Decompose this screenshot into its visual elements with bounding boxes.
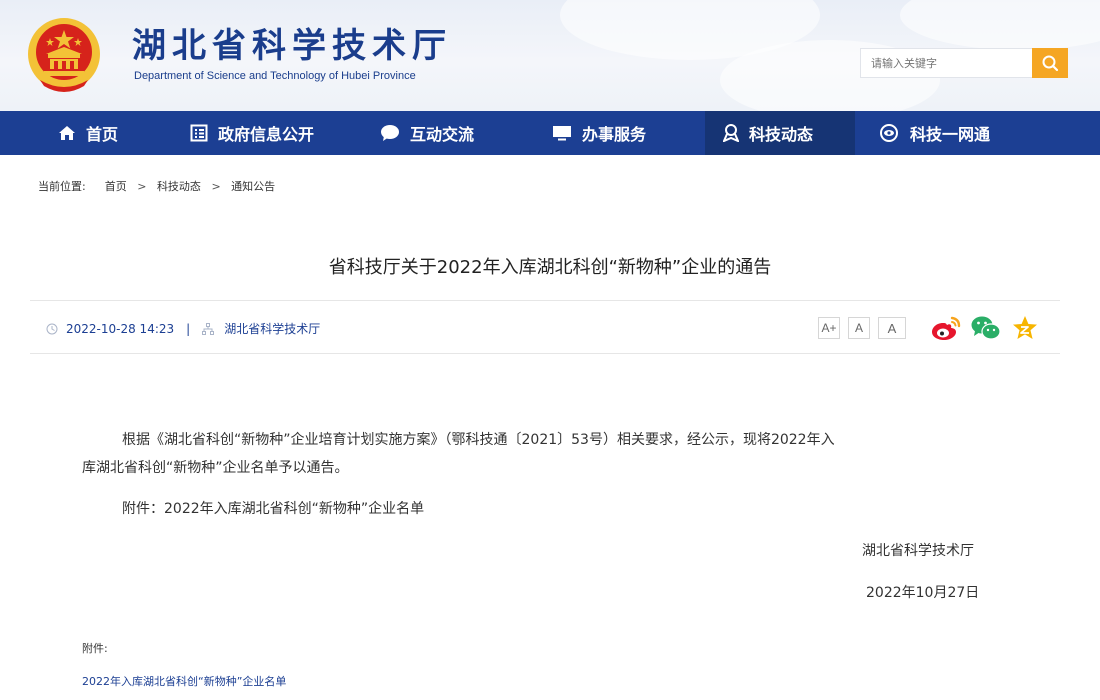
header-cloud-decoration <box>900 0 1100 50</box>
article-body-line-2: 库湖北省科创“新物种”企业名单予以通告。 <box>82 460 349 476</box>
breadcrumb-separator: > <box>137 180 147 193</box>
breadcrumb: 当前位置: 首页 > 科技动态 > 通知公告 <box>38 178 275 194</box>
article-body-line-1: 根据《湖北省科创“新物种”企业培育计划实施方案》（鄂科技通〔2021〕53号）相… <box>122 432 835 448</box>
search-icon <box>1042 55 1059 72</box>
article-source: 湖北省科学技术厅 <box>224 322 321 336</box>
publish-datetime: 2022-10-28 14:23 <box>66 321 175 336</box>
nav-item-label: 互动交流 <box>410 125 475 144</box>
site-subtitle: Department of Science and Technology of … <box>134 70 416 82</box>
nav-item-label: 科技一网通 <box>910 125 991 144</box>
site-header: 湖北省科学技术厅 Department of Science and Techn… <box>0 0 1100 111</box>
nav-item-label: 科技动态 <box>749 125 814 144</box>
font-size-small-button[interactable]: A <box>878 317 906 339</box>
weibo-icon[interactable] <box>930 315 962 341</box>
nav-item-label: 办事服务 <box>582 125 647 144</box>
nav-item-label: 政府信息公开 <box>218 125 315 144</box>
font-size-large-button[interactable]: A+ <box>818 317 840 339</box>
breadcrumb-prefix: 当前位置: <box>38 180 86 193</box>
attachment-link[interactable]: 2022年入库湖北省科创“新物种”企业名单 <box>82 673 286 689</box>
nav-item-tech-news[interactable]: 科技动态 <box>705 111 855 155</box>
nav-item-gov-info[interactable]: 政府信息公开 <box>190 111 314 155</box>
breadcrumb-item-tech-news[interactable]: 科技动态 <box>157 180 201 193</box>
eye-icon <box>880 124 898 142</box>
font-size-medium-label: A <box>854 321 863 335</box>
nav-item-services[interactable]: 办事服务 <box>552 111 646 155</box>
article-title: 省科技厅关于2022年入库湖北科创“新物种”企业的通告 <box>328 257 772 278</box>
nav-item-interaction[interactable]: 互动交流 <box>380 111 474 155</box>
article-meta: 2022-10-28 14:23 | 湖北省科学技术厅 <box>46 320 320 337</box>
breadcrumb-item-home[interactable]: 首页 <box>105 180 127 193</box>
article-date: 2022年10月27日 <box>866 585 980 601</box>
site-title[interactable]: 湖北省科学技术厅 <box>132 18 452 67</box>
main-navigation: 首页 政府信息公开 互动交流 办事服务 科技动态 科技一网通 <box>0 111 1100 155</box>
meta-separator: | <box>186 321 191 336</box>
breadcrumb-separator: > <box>211 180 221 193</box>
search-input[interactable] <box>860 48 1032 78</box>
breadcrumb-item-notices[interactable]: 通知公告 <box>231 180 275 193</box>
article-attachment-line: 附件：2022年入库湖北省科创“新物种”企业名单 <box>122 501 425 517</box>
national-emblem-logo[interactable] <box>26 14 102 94</box>
clock-icon <box>46 323 58 334</box>
attachments-label: 附件: <box>82 642 108 655</box>
qzone-icon[interactable] <box>1012 315 1038 341</box>
article-signature: 湖北省科学技术厅 <box>862 543 974 559</box>
divider <box>30 353 1060 354</box>
nav-item-one-network[interactable]: 科技一网通 <box>878 111 990 155</box>
sitemap-icon <box>202 322 215 335</box>
nav-item-label: 首页 <box>86 125 119 144</box>
nav-item-home[interactable]: 首页 <box>58 111 118 155</box>
monitor-icon <box>553 126 571 141</box>
document-list-icon <box>190 124 208 142</box>
search-button[interactable] <box>1032 48 1068 78</box>
font-size-medium-button[interactable]: A <box>848 317 870 339</box>
font-size-small-label: A <box>887 320 897 336</box>
wechat-icon[interactable] <box>970 315 1002 341</box>
award-icon <box>723 124 739 142</box>
divider <box>30 300 1060 301</box>
chat-bubble-icon <box>381 125 399 141</box>
font-size-large-label: A+ <box>821 321 837 335</box>
home-icon <box>59 126 75 140</box>
